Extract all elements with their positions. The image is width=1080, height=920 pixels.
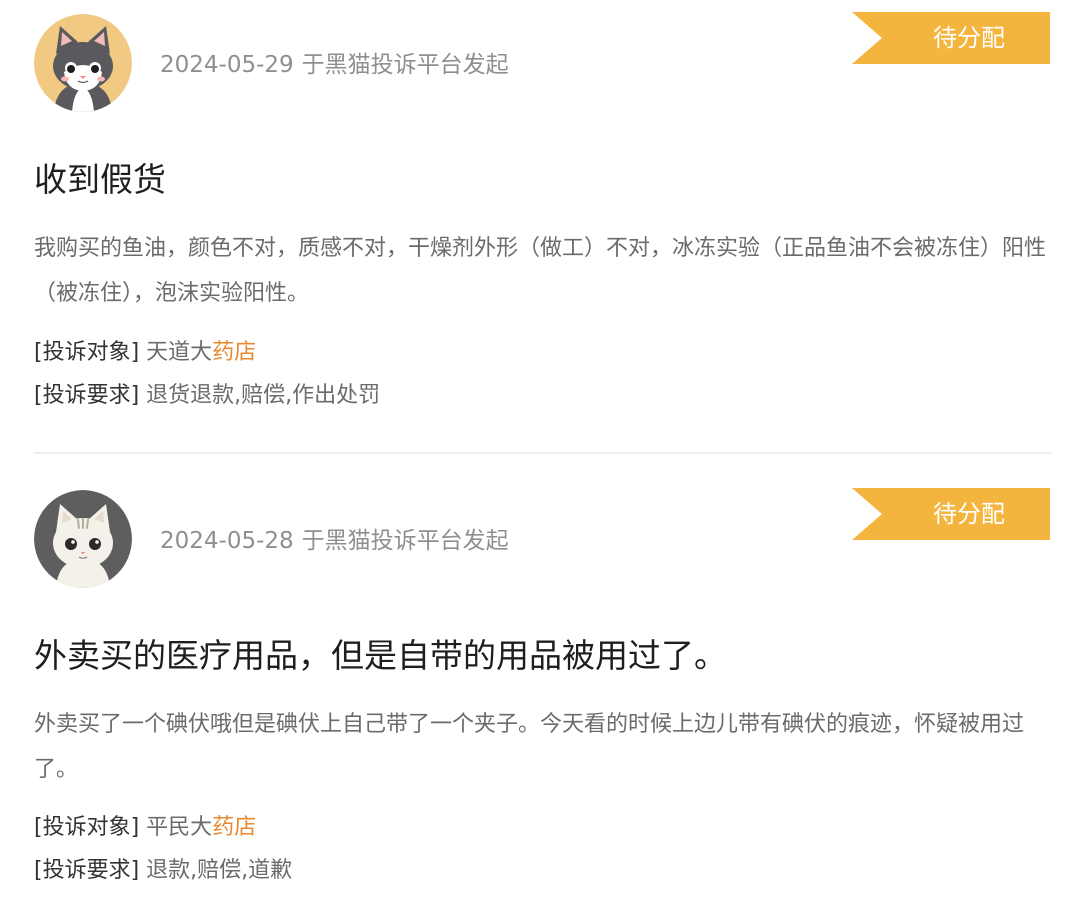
complaint-target-name: 平民大 [146,815,213,840]
complaint-date: 2024-05-29 [160,52,294,78]
user-avatar [34,490,132,588]
complaint-target-keyword: 药店 [212,340,257,365]
white-tabby-cat-avatar-icon [34,490,132,588]
complaint-target: [投诉对象] 天道大药店 [34,337,256,369]
status-badge: 待分配 [852,12,1050,64]
complaint-source: 于黑猫投诉平台发起 [301,528,509,554]
gray-tuxedo-cat-avatar-icon [34,14,132,112]
complaint-target-label: [投诉对象] [34,815,140,840]
complaint-card[interactable]: 2024-05-28 于黑猫投诉平台发起 待分配 外卖买的医疗用品，但是自带的用品… [0,454,1080,920]
status-text: 待分配 [933,24,1005,52]
complaint-meta: 2024-05-29 于黑猫投诉平台发起 [160,50,509,80]
complaint-description: 我购买的鱼油，颜色不对，质感不对，干燥剂外形（做工）不对，冰冻实验（正品鱼油不会… [34,236,1047,306]
complaint-description: 外卖买了一个碘伏哦但是碘伏上自己带了一个夹子。今天看的时候上边儿带有碘伏的痕迹，… [34,712,1025,782]
complaint-request-value: 退货退款,赔偿,作出处罚 [146,383,381,408]
complaint-target-keyword: 药店 [212,815,257,840]
complaint-request-label: [投诉要求] [34,383,140,408]
complaint-title[interactable]: 收到假货 [34,158,1050,202]
complaint-target-label: [投诉对象] [34,340,140,365]
complaint-request: [投诉要求] 退货退款,赔偿,作出处罚 [34,380,380,412]
complaint-meta: 2024-05-28 于黑猫投诉平台发起 [160,526,509,556]
complaint-target-name: 天道大 [146,340,213,365]
complaint-date: 2024-05-28 [160,528,294,554]
user-avatar [34,14,132,112]
status-badge: 待分配 [852,488,1050,540]
complaint-source: 于黑猫投诉平台发起 [301,52,509,78]
complaint-request-label: [投诉要求] [34,858,140,883]
status-text: 待分配 [933,500,1005,528]
complaint-request-value: 退款,赔偿,道歉 [146,858,293,883]
complaint-card[interactable]: 2024-05-29 于黑猫投诉平台发起 待分配 收到假货 我购买的鱼油，颜色不对… [0,0,1080,454]
complaint-title[interactable]: 外卖买的医疗用品，但是自带的用品被用过了。 [34,634,1050,678]
complaint-request: [投诉要求] 退款,赔偿,道歉 [34,855,292,887]
complaint-target: [投诉对象] 平民大药店 [34,812,256,844]
